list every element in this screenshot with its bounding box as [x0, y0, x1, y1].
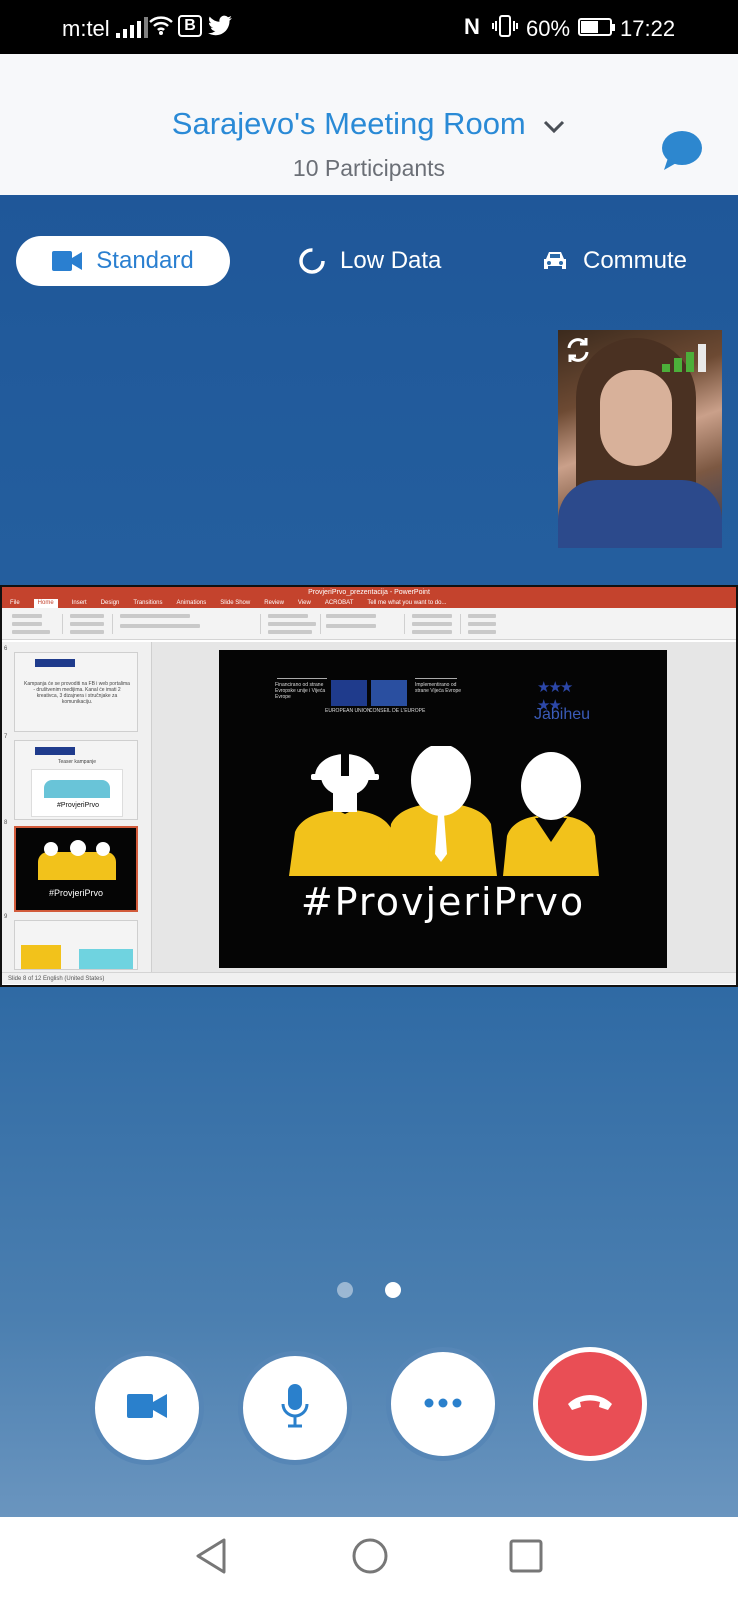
council-of-europe-logo: [371, 680, 407, 706]
thumbnail-text: Kampanja će se provoditi na FB i web por…: [24, 681, 130, 705]
bandwidth-mode-selector: Standard Low Data Commute: [0, 236, 738, 286]
switch-camera-icon[interactable]: [564, 336, 592, 369]
cellular-signal-icon: [116, 16, 148, 38]
system-navigation-bar: [0, 1517, 738, 1599]
mode-standard-button[interactable]: Standard: [16, 236, 230, 286]
mode-low-data-button[interactable]: Low Data: [298, 236, 441, 286]
thumbnail-hashtag: #ProvjeriPrvo: [56, 802, 99, 809]
mode-commute-button[interactable]: Commute: [541, 236, 687, 286]
car-icon: [541, 249, 569, 273]
nfc-icon: N: [464, 14, 480, 39]
microphone-icon: [280, 1383, 310, 1433]
more-options-button[interactable]: [386, 1347, 500, 1461]
battery-percent: 60%: [526, 16, 571, 41]
thumbnail-hashtag: #ProvjeriPrvo: [48, 888, 104, 898]
self-view-video[interactable]: [558, 330, 722, 548]
current-slide[interactable]: Financirano od strane Evropske unije i V…: [219, 650, 667, 968]
slide-thumbnail[interactable]: [14, 920, 138, 970]
thumbnail-title: Teaser kampanje: [57, 759, 97, 765]
meeting-header: Sarajevo's Meeting Room 10 Participants: [0, 54, 738, 195]
powerpoint-workspace: 6 Kampanja će se provoditi na FB i web p…: [2, 642, 736, 972]
page-dot[interactable]: [337, 1282, 353, 1298]
mode-commute-label: Commute: [583, 247, 688, 274]
powerpoint-ribbon: [2, 608, 736, 640]
mode-standard-label: Standard: [96, 247, 194, 274]
low-data-icon: [298, 247, 326, 275]
eu-flag-logo: [331, 680, 367, 706]
b-app-icon: B: [178, 15, 202, 37]
status-bar: m:tel B N 60% 17:22: [0, 0, 738, 54]
mode-low-data-label: Low Data: [340, 247, 442, 274]
twitter-icon: [208, 14, 234, 42]
shared-screen[interactable]: ProvjeriPrvo_prezentacija - PowerPoint F…: [0, 585, 738, 987]
slide-thumbnail[interactable]: Kampanja će se provoditi na FB i web por…: [14, 652, 138, 732]
clock: 17:22: [620, 16, 676, 41]
page-indicator: [0, 1282, 738, 1298]
connection-quality-icon: [662, 344, 706, 372]
end-call-button[interactable]: [533, 1347, 647, 1461]
chevron-down-icon: [542, 119, 566, 140]
more-icon: [423, 1395, 463, 1413]
video-camera-icon: [127, 1392, 167, 1425]
battery-icon: [578, 18, 615, 36]
powerpoint-status-bar: Slide 8 of 12 English (United States): [2, 972, 736, 984]
powerpoint-ribbon-tabs: File Home Insert Design Transitions Anim…: [2, 599, 736, 608]
wifi-icon: [148, 14, 174, 42]
campaign-hashtag: #ProvjeriPrvo: [300, 880, 586, 924]
page-dot-active[interactable]: [385, 1282, 401, 1298]
hang-up-icon: [566, 1392, 614, 1417]
home-icon[interactable]: [351, 1537, 389, 1580]
toggle-mic-button[interactable]: [238, 1351, 352, 1465]
meeting-title: Sarajevo's Meeting Room: [171, 106, 526, 141]
toggle-video-button[interactable]: [90, 1351, 204, 1465]
video-camera-icon: [52, 251, 83, 271]
jabiheu-logo: Jabiheu: [534, 706, 591, 723]
meeting-title-dropdown[interactable]: Sarajevo's Meeting Room: [0, 106, 738, 142]
slide-thumbnail-selected[interactable]: #ProvjeriPrvo: [14, 826, 138, 912]
recent-apps-icon[interactable]: [509, 1539, 543, 1578]
slide-thumbnail-panel[interactable]: 6 Kampanja će se provoditi na FB i web p…: [2, 642, 152, 972]
carrier-name: m:tel: [62, 16, 110, 41]
chat-icon[interactable]: [660, 130, 704, 177]
participant-count[interactable]: 10 Participants: [0, 155, 738, 182]
powerpoint-title-bar: ProvjeriPrvo_prezentacija - PowerPoint: [2, 587, 736, 599]
slide-thumbnail[interactable]: Teaser kampanje #ProvjeriPrvo: [14, 740, 138, 820]
back-icon[interactable]: [194, 1537, 228, 1580]
vibrate-icon: [492, 14, 518, 44]
people-illustration: [289, 746, 599, 876]
